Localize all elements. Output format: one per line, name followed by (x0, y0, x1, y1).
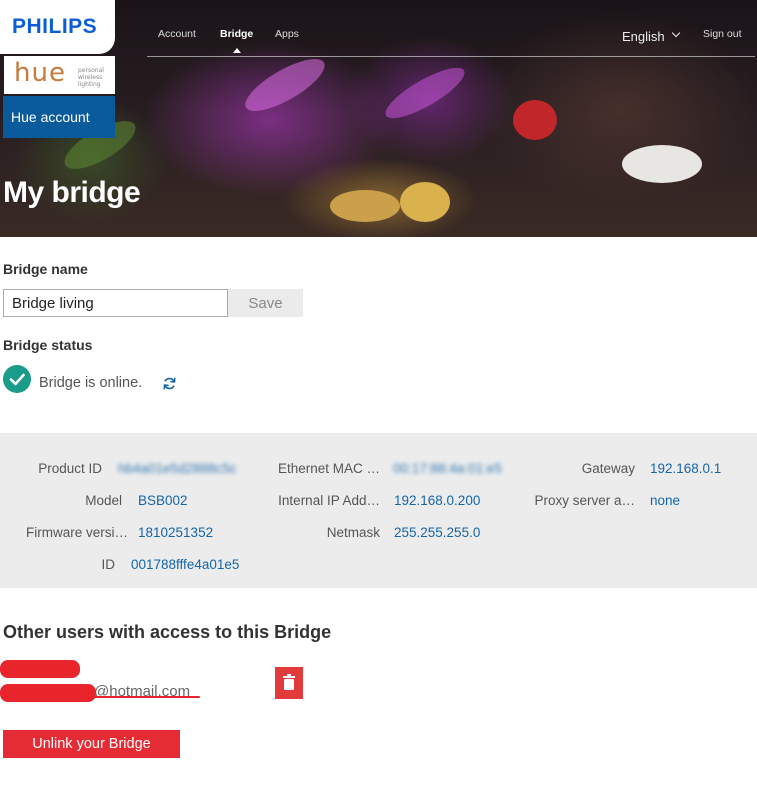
language-selector[interactable]: English (622, 29, 665, 44)
redaction-mark (0, 660, 80, 678)
model-value: BSB002 (138, 493, 188, 508)
internal-ip-value: 192.168.0.200 (394, 493, 481, 508)
model-label: Model (85, 493, 122, 508)
redaction-mark (0, 684, 96, 702)
bridge-name-input[interactable] (3, 289, 228, 317)
page-title: My bridge (3, 176, 141, 209)
hue-logo: hue personal wireless lighting (4, 56, 115, 94)
nav-account[interactable]: Account (158, 28, 196, 40)
hero-foliage (238, 49, 332, 121)
id-value: 001788fffe4a01e5 (131, 557, 240, 572)
hero-bowl (622, 145, 702, 183)
active-nav-indicator (233, 48, 241, 53)
hero-tomato (513, 100, 557, 140)
gateway-label: Gateway (581, 461, 635, 476)
hue-wordmark: hue (14, 58, 66, 88)
philips-logo[interactable]: PHILIPS (0, 0, 115, 54)
check-icon (3, 365, 31, 393)
nav-divider (147, 56, 755, 57)
netmask-label: Netmask (326, 525, 380, 540)
netmask-value: 255.255.255.0 (394, 525, 481, 540)
hero-squash (330, 190, 400, 222)
gateway-value: 192.168.0.1 (650, 461, 722, 476)
hue-tagline: personal wireless lighting (78, 67, 104, 88)
redaction-mark (90, 696, 200, 698)
unlink-bridge-button[interactable]: Unlink your Bridge (3, 730, 180, 758)
firmware-value: 1810251352 (138, 525, 214, 540)
hero-foliage (379, 59, 471, 127)
sign-out-link[interactable]: Sign out (703, 28, 742, 40)
bridge-name-label: Bridge name (3, 261, 88, 277)
bridge-status-text: Bridge is online. (39, 375, 143, 391)
proxy-label: Proxy server a… (534, 493, 635, 508)
refresh-icon[interactable] (162, 376, 177, 391)
philips-wordmark: PHILIPS (12, 15, 98, 38)
delete-user-button[interactable] (275, 667, 303, 699)
firmware-label: Firmware versi… (25, 525, 128, 540)
bridge-status-label: Bridge status (3, 337, 93, 353)
product-id-label: Product ID (38, 461, 102, 476)
other-users-heading: Other users with access to this Bridge (3, 622, 332, 642)
ethernet-mac-value: 00:17:88:4a:01:e5 (393, 461, 502, 476)
nav-apps[interactable]: Apps (275, 28, 299, 40)
ethernet-mac-label: Ethernet MAC … (277, 461, 380, 476)
hue-account-button[interactable]: Hue account (3, 96, 115, 138)
save-button[interactable]: Save (228, 289, 303, 317)
nav-bridge[interactable]: Bridge (220, 28, 253, 40)
product-id-value: hb4a01e5d2888c5c (118, 461, 237, 476)
id-label: ID (101, 557, 116, 572)
internal-ip-label: Internal IP Add… (278, 493, 380, 508)
proxy-value: none (650, 493, 681, 508)
hero-melon (400, 182, 450, 222)
trash-icon (283, 674, 295, 690)
